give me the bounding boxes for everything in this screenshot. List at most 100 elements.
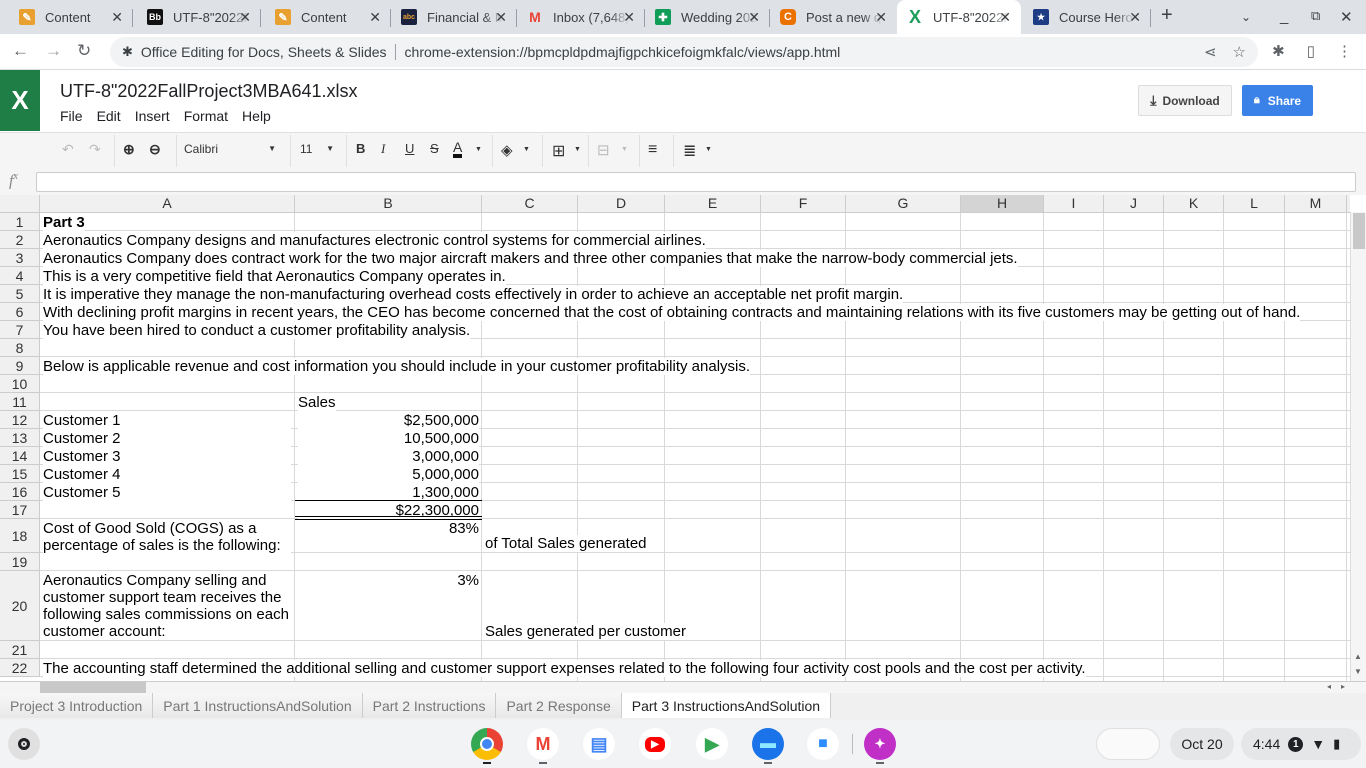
commission-label-cell[interactable]: Aeronautics Company selling and customer… xyxy=(43,572,291,640)
column-header-m[interactable]: M xyxy=(1285,195,1347,213)
chevron-down-icon[interactable]: ▼ xyxy=(523,146,530,153)
font-size-select[interactable]: 11 ▼ xyxy=(300,142,340,156)
cogs-note-cell[interactable]: of Total Sales generated xyxy=(485,535,647,552)
italic-icon[interactable]: I xyxy=(381,141,385,157)
customer-name-cell[interactable]: Customer 1 xyxy=(43,412,291,429)
row-header-20[interactable]: 20 xyxy=(0,571,40,641)
reload-icon[interactable]: ↻ xyxy=(77,41,91,61)
commission-percent-cell[interactable]: 3% xyxy=(298,572,479,589)
browser-tab[interactable]: ✎ Content ✕ xyxy=(0,0,133,34)
column-header-g[interactable]: G xyxy=(846,195,961,213)
gallery-app-icon[interactable]: ✦ xyxy=(864,728,896,760)
column-header-n[interactable] xyxy=(1347,195,1350,213)
select-all-corner[interactable] xyxy=(0,195,40,213)
zoom-app-icon[interactable]: ■ xyxy=(807,728,839,760)
column-header-l[interactable]: L xyxy=(1224,195,1285,213)
sales-value-cell[interactable]: $2,500,000 xyxy=(298,412,479,429)
merge-cells-icon[interactable]: ⊟ xyxy=(597,141,610,159)
align-left-icon[interactable]: ≣ xyxy=(683,141,696,161)
chrome-app-icon[interactable] xyxy=(471,728,503,760)
sales-value-cell[interactable]: 1,300,000 xyxy=(298,484,479,501)
date-tray[interactable]: Oct 20 xyxy=(1170,728,1234,760)
row-header-15[interactable]: 15 xyxy=(0,465,40,483)
close-tab-icon[interactable]: ✕ xyxy=(1129,9,1141,26)
bold-icon[interactable]: B xyxy=(356,141,365,156)
launcher-button[interactable] xyxy=(8,728,40,760)
menu-file[interactable]: File xyxy=(60,108,83,124)
browser-tab[interactable]: ✚ Wedding 2022 ✕ xyxy=(645,0,770,34)
close-window-icon[interactable]: ✕ xyxy=(1340,8,1353,26)
minimize-icon[interactable]: _ xyxy=(1280,8,1288,25)
menu-format[interactable]: Format xyxy=(184,108,228,124)
sheet-tab[interactable]: Part 1 InstructionsAndSolution xyxy=(153,693,363,718)
sales-header-cell[interactable]: Sales xyxy=(298,394,336,411)
sales-value-cell[interactable]: 10,500,000 xyxy=(298,430,479,447)
sales-value-cell[interactable]: 5,000,000 xyxy=(298,466,479,483)
chevron-down-icon[interactable]: ▼ xyxy=(621,146,628,153)
row-header-7[interactable]: 7 xyxy=(0,321,40,339)
sheet-tab[interactable]: Part 2 Response xyxy=(496,693,622,718)
redo-icon[interactable]: ↷ xyxy=(89,141,101,158)
row-header-1[interactable]: 1 xyxy=(0,213,40,231)
text-cell[interactable]: Aeronautics Company does contract work f… xyxy=(43,250,1018,267)
column-header-c[interactable]: C xyxy=(482,195,578,213)
share-page-icon[interactable]: ⋖ xyxy=(1204,43,1217,61)
row-header-10[interactable]: 10 xyxy=(0,375,40,393)
wrap-text-icon[interactable]: ≡ xyxy=(648,141,657,159)
row-header-9[interactable]: 9 xyxy=(0,357,40,375)
browser-tab[interactable]: C Post a new question ✕ xyxy=(770,0,897,34)
text-cell[interactable]: This is a very competitive field that Ae… xyxy=(43,268,506,285)
browser-tab[interactable]: ✎ Content ✕ xyxy=(261,0,391,34)
cogs-percent-cell[interactable]: 83% xyxy=(298,520,479,537)
row-header-14[interactable]: 14 xyxy=(0,447,40,465)
commission-note-cell[interactable]: Sales generated per customer xyxy=(485,623,686,640)
close-tab-icon[interactable]: ✕ xyxy=(495,9,507,26)
font-family-select[interactable]: Calibri ▼ xyxy=(184,142,284,156)
row-header-6[interactable]: 6 xyxy=(0,303,40,321)
scroll-up-icon[interactable]: ▲ xyxy=(1354,652,1362,661)
tab-search-chevron-icon[interactable]: ⌄ xyxy=(1241,10,1251,24)
text-cell[interactable]: Below is applicable revenue and cost inf… xyxy=(43,358,751,375)
files-app-icon[interactable]: ▬ xyxy=(752,728,784,760)
row-header-19[interactable]: 19 xyxy=(0,553,40,571)
share-button[interactable]: 🔒︎ Share xyxy=(1242,85,1313,116)
text-cell[interactable]: You have been hired to conduct a custome… xyxy=(43,322,471,339)
row-header-21[interactable]: 21 xyxy=(0,641,40,659)
close-tab-icon[interactable]: ✕ xyxy=(748,9,760,26)
row-header-12[interactable]: 12 xyxy=(0,411,40,429)
underline-icon[interactable]: U xyxy=(405,141,414,156)
address-bar[interactable]: ✱ Office Editing for Docs, Sheets & Slid… xyxy=(110,37,1258,67)
browser-tab-active[interactable]: X UTF-8"2022FallProject3MBA641 ✕ xyxy=(897,0,1021,34)
browser-tab[interactable]: Bb UTF-8"2022FallProject3MBA641 ✕ xyxy=(133,0,261,34)
row-header-11[interactable]: 11 xyxy=(0,393,40,411)
scroll-left-icon[interactable]: ◂ xyxy=(1327,682,1331,691)
download-button[interactable]: ⤓ Download xyxy=(1138,85,1232,116)
docs-app-icon[interactable]: ▤ xyxy=(583,728,615,760)
restore-icon[interactable]: ⧉ xyxy=(1311,8,1320,24)
sheet-tab[interactable]: Part 2 Instructions xyxy=(362,693,497,718)
side-panel-icon[interactable]: ▯ xyxy=(1307,42,1315,60)
browser-tab[interactable]: abc Financial & Managerial ✕ xyxy=(391,0,517,34)
close-tab-icon[interactable]: ✕ xyxy=(369,9,381,26)
zoom-out-icon[interactable]: ⊖ xyxy=(149,141,161,158)
scroll-right-icon[interactable]: ▸ xyxy=(1341,682,1345,691)
vertical-scrollbar[interactable]: ▲ ▼ xyxy=(1350,212,1366,681)
youtube-app-icon[interactable]: ▶ xyxy=(639,728,671,760)
menu-edit[interactable]: Edit xyxy=(97,108,121,124)
chevron-down-icon[interactable]: ▼ xyxy=(475,146,482,153)
row-header-17[interactable]: 17 xyxy=(0,501,40,519)
sheet-tab-active[interactable]: Part 3 InstructionsAndSolution xyxy=(621,693,832,718)
menu-help[interactable]: Help xyxy=(242,108,271,124)
more-menu-icon[interactable]: ⋮ xyxy=(1337,42,1352,60)
chevron-down-icon[interactable]: ▼ xyxy=(574,146,581,153)
play-store-app-icon[interactable]: ▶ xyxy=(696,728,728,760)
column-header-d[interactable]: D xyxy=(578,195,665,213)
back-icon[interactable]: ← xyxy=(12,41,29,61)
column-header-e[interactable]: E xyxy=(665,195,761,213)
horizontal-scrollbar[interactable]: ◂ ▸ xyxy=(0,681,1366,693)
column-header-b[interactable]: B xyxy=(295,195,482,213)
row-header-22[interactable]: 22 xyxy=(0,659,40,677)
part-title-cell[interactable]: Part 3 xyxy=(43,214,85,231)
chevron-down-icon[interactable]: ▼ xyxy=(705,146,712,153)
browser-tab[interactable]: ★ Course Hero ✕ xyxy=(1021,0,1151,34)
